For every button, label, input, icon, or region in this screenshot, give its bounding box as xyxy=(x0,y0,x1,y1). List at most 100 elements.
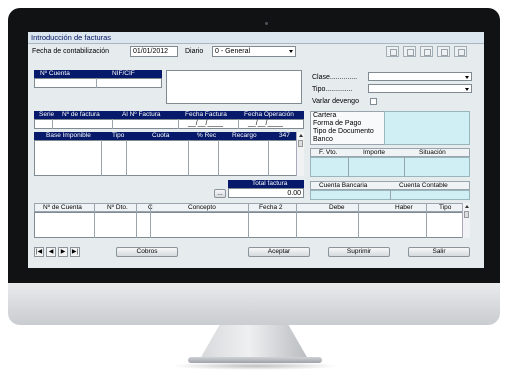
factura-divider xyxy=(52,119,53,129)
paste-icon[interactable] xyxy=(403,46,416,57)
clase-select[interactable] xyxy=(368,72,472,81)
apuntes-col-divider xyxy=(94,203,95,238)
salir-button[interactable]: Salir xyxy=(408,247,470,257)
cartera-label: Cartera xyxy=(313,112,337,119)
base-col-divider xyxy=(188,140,189,176)
refresh-icon[interactable] xyxy=(420,46,433,57)
stand-shadow xyxy=(170,362,340,370)
tipo-documento-label: Tipo de Documento xyxy=(313,128,374,135)
scroll-thumb[interactable] xyxy=(298,140,303,147)
clase-label: Clase.............. xyxy=(312,74,358,81)
prev-record-button[interactable]: ◀ xyxy=(46,247,56,257)
apuntes-table-body[interactable] xyxy=(34,212,470,238)
suprimir-button[interactable]: Suprimir xyxy=(328,247,390,257)
scroll-thumb[interactable] xyxy=(464,211,469,218)
apuntes-col-divider xyxy=(426,203,427,238)
fecha-operacion-input[interactable]: __/__/____ xyxy=(248,120,283,127)
tipo-label: Tipo.............. xyxy=(312,86,353,93)
tipo-select[interactable] xyxy=(368,84,472,93)
window-title: Introducción de facturas xyxy=(31,33,112,42)
vto-table-body[interactable] xyxy=(310,157,470,177)
col-base-imponible: Base Imponible xyxy=(46,132,91,139)
forma-pago-label: Forma de Pago xyxy=(313,120,362,127)
first-record-button[interactable]: |◀ xyxy=(34,247,44,257)
fecha-label: Fecha de contabilización xyxy=(32,48,110,55)
devengo-checkbox[interactable] xyxy=(370,98,377,105)
col-nro-factura: Nº de factura xyxy=(62,111,100,118)
total-header: Total factura xyxy=(228,180,304,188)
webcam xyxy=(265,22,268,25)
factura-divider xyxy=(112,119,113,129)
base-col-divider xyxy=(126,140,127,176)
monitor-stand-neck xyxy=(200,325,308,359)
app-window: Introducción de facturas Fecha de contab… xyxy=(28,32,484,268)
factura-header: Serie Nº de factura Al Nº Factura Fecha … xyxy=(34,111,304,119)
vto-col-divider xyxy=(348,157,349,177)
devengo-label: Varlar devengo xyxy=(312,98,359,105)
scroll-up-icon[interactable] xyxy=(299,134,303,137)
col-nro-cuenta: Nº de Cuenta xyxy=(43,204,82,211)
apuntes-col-divider xyxy=(248,203,249,238)
apuntes-col-divider xyxy=(150,203,151,238)
apuntes-col-divider xyxy=(358,203,359,238)
fecha-input[interactable]: 01/01/2012 xyxy=(130,46,178,57)
col-cuenta-bancaria: Cuenta Bancaria xyxy=(319,182,368,189)
vto-col-divider xyxy=(404,157,405,177)
col-nro-dto: Nº Dto. xyxy=(107,204,128,211)
cuenta-divider xyxy=(96,78,97,88)
chevron-down-icon xyxy=(465,76,469,79)
chevron-down-icon xyxy=(289,50,293,53)
factura-divider xyxy=(178,119,179,129)
aceptar-button[interactable]: Aceptar xyxy=(248,247,310,257)
vto-table-header: F. Vto. Importe Situación xyxy=(310,148,470,157)
col-347: 347 xyxy=(279,132,290,139)
chevron-down-icon xyxy=(465,88,469,91)
base-col-divider xyxy=(101,140,102,176)
copy-icon[interactable] xyxy=(386,46,399,57)
cobros-button[interactable]: Cobros xyxy=(116,247,178,257)
col-recargo: Recargo xyxy=(232,132,257,139)
fecha-factura-input[interactable]: __/__/____ xyxy=(188,120,223,127)
col-serie: Serie xyxy=(39,111,55,118)
monitor-chin xyxy=(8,283,500,325)
cuenta-name-box[interactable] xyxy=(166,70,302,104)
edit-icon[interactable] xyxy=(454,46,467,57)
col-cuenta-contable: Cuenta Contable xyxy=(399,182,448,189)
ellipsis-button[interactable]: ... xyxy=(214,189,226,198)
cuentas-header: Cuenta Bancaria Cuenta Contable xyxy=(310,181,470,190)
next-record-button[interactable]: ▶ xyxy=(58,247,68,257)
base-table-header: Base Imponible Tipo Cuota % Rec Recargo … xyxy=(34,132,304,140)
col-nif-cif: NIF/CIF xyxy=(112,70,135,77)
col-f-vto: F. Vto. xyxy=(319,149,338,156)
col-fecha-2: Fecha 2 xyxy=(259,204,283,211)
save-icon[interactable] xyxy=(437,46,450,57)
last-record-button[interactable]: ▶| xyxy=(70,247,80,257)
cuenta-input-row[interactable] xyxy=(34,78,162,88)
total-value: 0.00 xyxy=(228,188,304,198)
col-al-nro-factura: Al Nº Factura xyxy=(122,111,161,118)
col-haber: Haber xyxy=(395,204,413,211)
factura-divider xyxy=(238,119,239,129)
scroll-up-icon[interactable] xyxy=(465,205,469,208)
total-label: Total factura xyxy=(252,180,288,187)
window-titlebar: Introducción de facturas xyxy=(28,32,484,44)
col-concepto: Concepto xyxy=(188,204,216,211)
apuntes-table-scrollbar[interactable] xyxy=(462,203,470,238)
col-fecha-operacion: Fecha Operación xyxy=(244,111,294,118)
col-importe: Importe xyxy=(363,149,386,156)
col-debe: Debe xyxy=(329,204,345,211)
banco-label: Banco xyxy=(313,136,333,143)
cartera-values[interactable] xyxy=(384,111,470,145)
apuntes-table-header: Nº de Cuenta Nº Dto. C Concepto Fecha 2 … xyxy=(34,203,470,212)
apuntes-col-divider xyxy=(296,203,297,238)
diario-select[interactable]: 0 - General xyxy=(212,46,296,57)
base-table-body[interactable] xyxy=(34,140,304,176)
col-tipo: Tipo xyxy=(439,204,452,211)
diario-label: Diario xyxy=(185,48,204,55)
base-col-divider xyxy=(268,140,269,176)
cuentas-divider xyxy=(390,190,391,200)
col-tipo: Tipo xyxy=(112,132,125,139)
col-fecha-factura: Fecha Factura xyxy=(185,111,227,118)
col-cuota: Cuota xyxy=(152,132,170,139)
base-table-scrollbar[interactable] xyxy=(296,132,304,176)
